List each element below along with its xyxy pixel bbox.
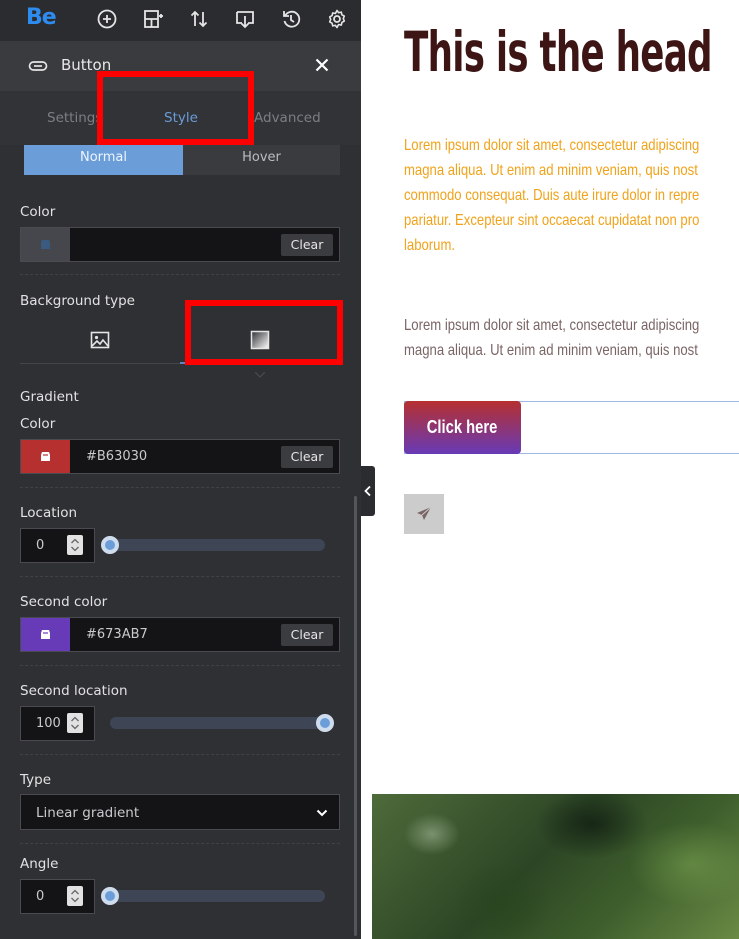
gradient-color-label: Color (20, 416, 56, 432)
location-slider-handle[interactable] (101, 536, 119, 554)
color-clear-button[interactable]: Clear (281, 234, 333, 256)
angle-input[interactable]: 0 (20, 879, 95, 914)
location-input[interactable]: 0 (20, 528, 95, 563)
chevron-down-icon (316, 809, 328, 817)
second-color-swatch[interactable] (21, 618, 70, 651)
preview-paragraph-2[interactable]: Lorem ipsum dolor sit amet, consectetur … (404, 313, 699, 363)
paragraph-line: magna aliqua. Ut enim ad minim veniam, q… (404, 162, 698, 179)
second-location-slider-handle[interactable] (316, 714, 334, 732)
add-section-icon[interactable] (142, 8, 164, 30)
gradient-color-field[interactable]: #B63030 Clear (20, 439, 340, 474)
second-color-hex[interactable]: #673AB7 (86, 627, 148, 642)
send-icon (417, 506, 432, 520)
second-color-clear-button[interactable]: Clear (281, 624, 333, 646)
second-color-label: Second color (20, 594, 108, 610)
paragraph-line: magna aliqua. Ut enim ad minim veniam, q… (404, 342, 698, 359)
angle-stepper[interactable] (67, 886, 83, 906)
gradient-color-swatch[interactable] (21, 440, 70, 473)
preview-paragraph-1[interactable]: Lorem ipsum dolor sit amet, consectetur … (404, 133, 699, 258)
angle-value[interactable]: 0 (36, 889, 44, 904)
color-picker-icon (41, 452, 50, 461)
angle-slider-track[interactable] (101, 887, 325, 905)
gradient-color-hex[interactable]: #B63030 (86, 449, 147, 464)
divider (20, 754, 340, 755)
settings-icon[interactable] (326, 8, 348, 30)
history-icon[interactable] (280, 8, 302, 30)
second-location-input[interactable]: 100 (20, 706, 95, 741)
location-value[interactable]: 0 (36, 538, 44, 553)
paragraph-line: Lorem ipsum dolor sit amet, consectetur … (404, 317, 700, 334)
color-picker-icon (41, 240, 50, 249)
location-slider-track[interactable] (101, 536, 325, 554)
state-toggle: Normal Hover (24, 145, 340, 175)
element-settings-panel: Button Settings Style Advanced Normal Ho… (0, 41, 361, 939)
angle-label: Angle (20, 856, 59, 872)
preview-heading[interactable]: This is the head (404, 20, 713, 84)
state-hover-button[interactable]: Hover (183, 145, 340, 175)
color-picker-icon (41, 630, 50, 639)
preview-button[interactable]: Click here (404, 401, 521, 454)
preview-image[interactable] (372, 794, 739, 939)
add-circle-icon[interactable] (96, 8, 118, 30)
color-swatch[interactable] (21, 228, 70, 261)
paragraph-line: commodo consequat. Duis aute irure dolor… (404, 187, 700, 204)
panel-scrollbar[interactable] (354, 496, 357, 936)
app-logo[interactable]: Be (26, 5, 57, 30)
divider (20, 665, 340, 666)
type-label: Type (20, 772, 52, 788)
collapse-panel-button[interactable] (361, 466, 375, 516)
highlight-style-tab (97, 71, 254, 145)
preview-button-label: Click here (427, 417, 498, 437)
second-location-slider-track[interactable] (110, 714, 334, 732)
second-location-stepper[interactable] (67, 713, 83, 733)
background-type-label: Background type (20, 293, 135, 309)
paragraph-line: pariatur. Excepteur sint occaecat cupida… (404, 212, 700, 229)
color-field[interactable]: Clear (20, 227, 340, 262)
state-normal-button[interactable]: Normal (24, 145, 183, 175)
second-location-value[interactable]: 100 (36, 716, 61, 731)
chevron-left-icon (364, 485, 371, 497)
location-stepper[interactable] (67, 535, 83, 555)
close-icon[interactable] (312, 55, 332, 75)
divider (20, 576, 340, 577)
divider (20, 274, 340, 275)
import-export-icon[interactable] (234, 8, 256, 30)
tab-settings[interactable]: Settings (47, 110, 102, 126)
second-color-field[interactable]: #673AB7 Clear (20, 617, 340, 652)
top-toolbar: Be (0, 0, 361, 41)
angle-slider-handle[interactable] (101, 887, 119, 905)
gradient-type-value: Linear gradient (36, 805, 140, 821)
paragraph-line: laborum. (404, 237, 456, 254)
paragraph-line: Lorem ipsum dolor sit amet, consectetur … (404, 137, 700, 154)
gradient-color-clear-button[interactable]: Clear (281, 446, 333, 468)
location-label: Location (20, 505, 78, 521)
sort-icon[interactable] (188, 8, 210, 30)
divider (20, 843, 340, 844)
tab-advanced[interactable]: Advanced (254, 110, 321, 126)
button-element-icon (28, 57, 48, 75)
image-icon[interactable] (90, 330, 110, 350)
highlight-gradient-option (185, 300, 343, 365)
gradient-section-label: Gradient (20, 389, 79, 405)
second-location-label: Second location (20, 683, 128, 699)
icon-box[interactable] (404, 494, 444, 534)
gradient-type-select[interactable]: Linear gradient (20, 794, 340, 830)
divider (20, 487, 340, 488)
color-label: Color (20, 204, 56, 220)
